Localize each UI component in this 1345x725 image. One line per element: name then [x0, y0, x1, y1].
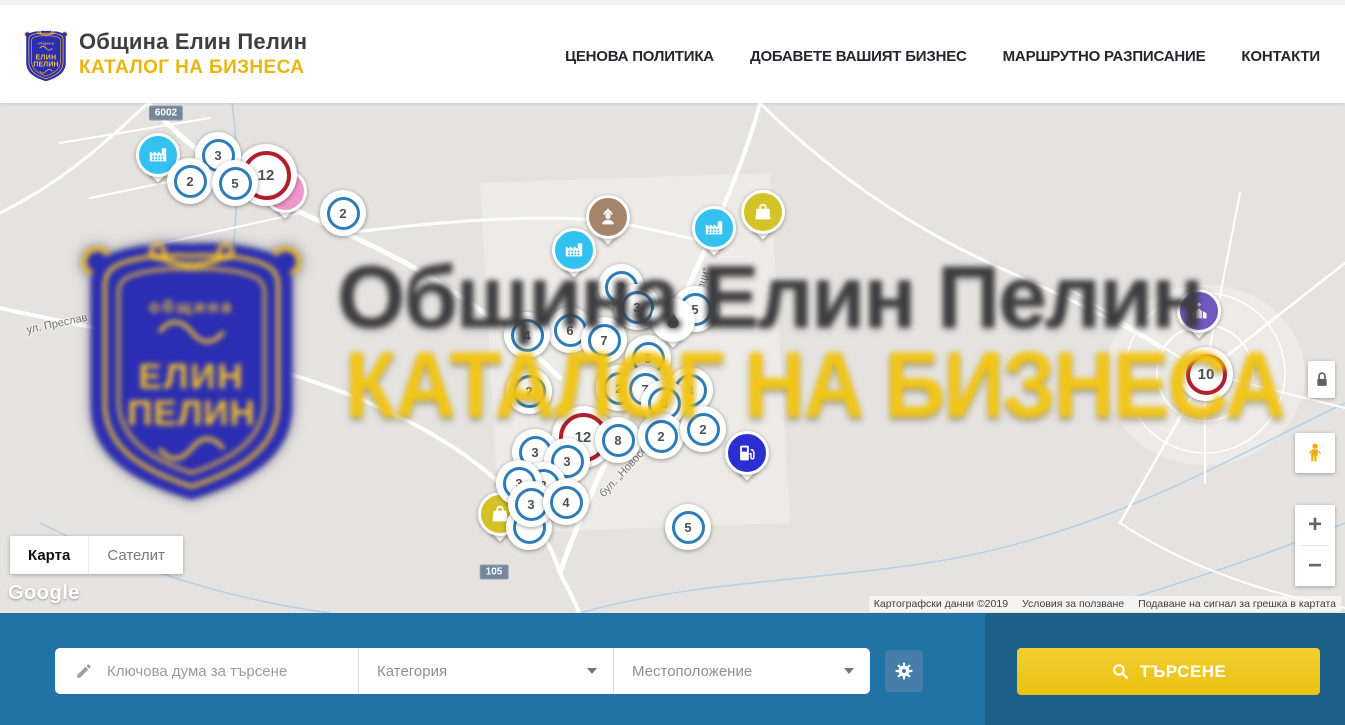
chevron-down-icon [587, 668, 597, 674]
map-type-control: Карта Сателит [10, 536, 183, 574]
map-type-satellite-button[interactable]: Сателит [88, 536, 183, 574]
emblem-line2-text: ПЕЛИН [33, 62, 58, 69]
lock-button[interactable] [1308, 361, 1335, 398]
emblem-line1-text: ЕЛИН [36, 54, 57, 61]
pegman-icon [1304, 442, 1326, 464]
search-icon [1111, 662, 1130, 681]
attribution-data: Картографски данни ©2019 [874, 598, 1008, 610]
page: община ЕЛИН ПЕЛИН Община Елин Пелин КАТА… [0, 0, 1345, 725]
map-controls: Карта Сателит Google Картографски данни … [0, 103, 1345, 613]
brand[interactable]: община ЕЛИН ПЕЛИН Община Елин Пелин КАТА… [22, 21, 307, 87]
map-type-map-button[interactable]: Карта [10, 536, 88, 574]
location-dropdown[interactable]: Местоположение [613, 648, 870, 694]
emblem-top-text: община [38, 41, 55, 45]
map-attribution: Картографски данни ©2019 Условия за полз… [869, 596, 1341, 612]
search-button[interactable]: ТЪРСЕНЕ [1017, 648, 1320, 695]
google-logo[interactable]: Google [8, 582, 80, 605]
nav-item-pricing[interactable]: ЦЕНОВА ПОЛИТИКА [565, 48, 714, 65]
nav-item-route-schedule[interactable]: МАРШРУТНО РАЗПИСАНИЕ [1003, 48, 1206, 65]
search-pill: Категория Местоположение [55, 648, 870, 694]
map-canvas[interactable]: 6002105ул. Преславбул. „Новоселцилци“ 12… [0, 103, 1345, 613]
attribution-report-link[interactable]: Подаване на сигнал за грешка в картата [1138, 598, 1336, 610]
municipality-emblem-icon: община ЕЛИН ПЕЛИН [22, 21, 70, 87]
attribution-terms-link[interactable]: Условия за ползване [1022, 598, 1124, 610]
category-dropdown-label: Категория [377, 663, 447, 680]
header: община ЕЛИН ПЕЛИН Община Елин Пелин КАТА… [0, 0, 1345, 103]
pencil-icon [75, 662, 93, 680]
search-keyword-input[interactable] [105, 662, 358, 681]
advanced-settings-button[interactable] [885, 650, 923, 692]
pegman-button[interactable] [1295, 433, 1335, 473]
keyword-field [55, 648, 358, 694]
category-dropdown[interactable]: Категория [358, 648, 613, 694]
chevron-down-icon [844, 668, 854, 674]
main-nav: ЦЕНОВА ПОЛИТИКА ДОБАВЕТЕ ВАШИЯТ БИЗНЕС М… [565, 5, 1320, 108]
zoom-out-button[interactable]: − [1295, 546, 1335, 586]
location-dropdown-label: Местоположение [632, 663, 752, 680]
nav-item-contacts[interactable]: КОНТАКТИ [1241, 48, 1320, 65]
gear-icon [894, 661, 914, 681]
zoom-control: + − [1295, 505, 1335, 586]
search-button-label: ТЪРСЕНЕ [1140, 662, 1227, 682]
search-bar: Категория Местоположение [0, 613, 1345, 725]
site-title: Община Елин Пелин [79, 29, 307, 55]
nav-item-add-business[interactable]: ДОБАВЕТЕ ВАШИЯТ БИЗНЕС [750, 48, 967, 65]
lock-icon [1315, 371, 1329, 388]
zoom-in-button[interactable]: + [1295, 505, 1335, 545]
site-subtitle: КАТАЛОГ НА БИЗНЕСА [79, 57, 307, 79]
